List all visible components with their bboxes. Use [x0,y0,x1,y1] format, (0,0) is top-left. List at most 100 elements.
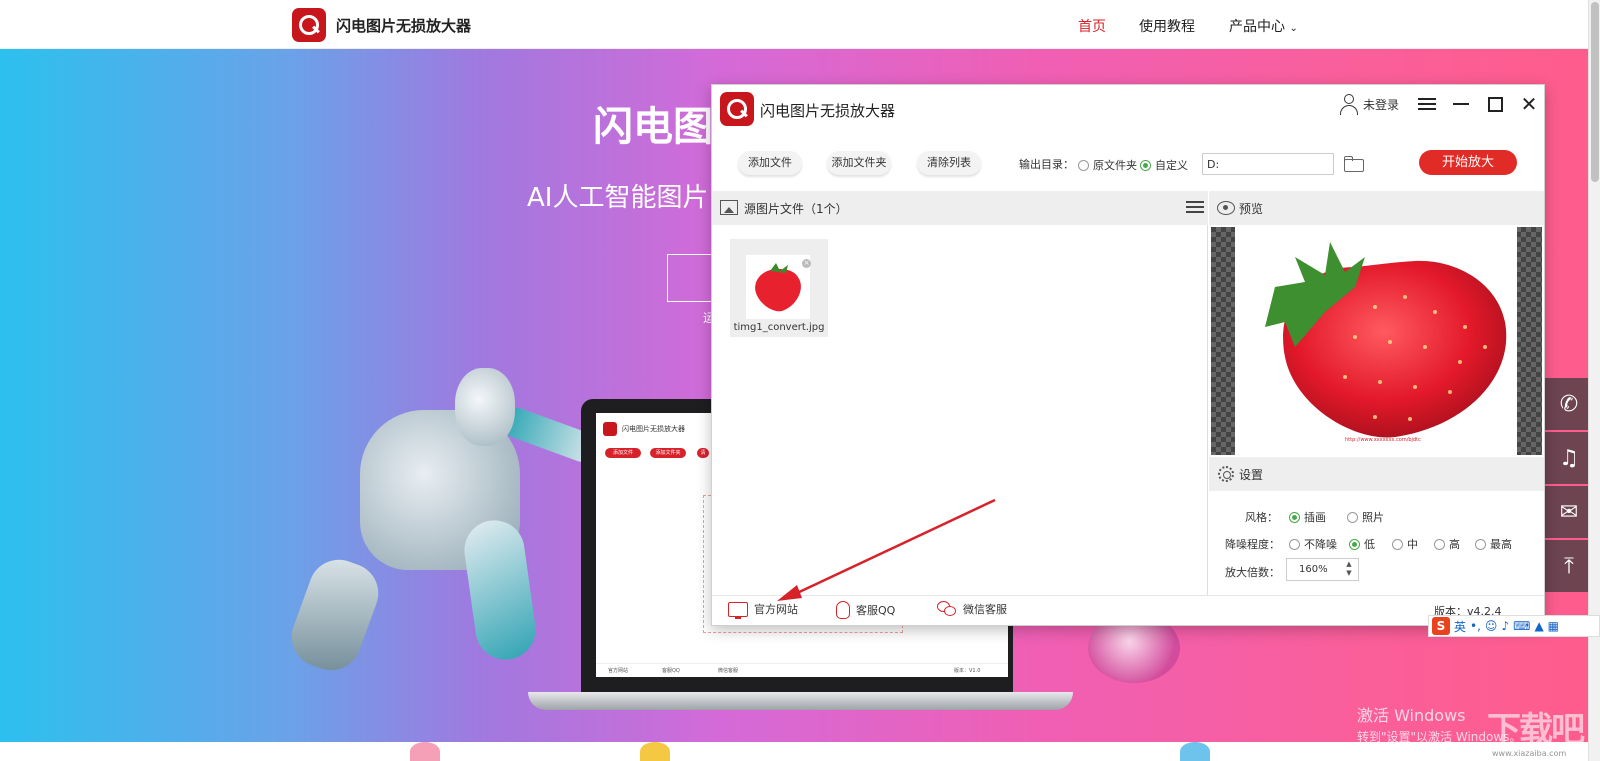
laptop-btn-clear: 清 [697,448,709,458]
style-photo-radio[interactable]: 照片 [1347,509,1384,525]
noise-highest-radio[interactable]: 最高 [1475,536,1512,552]
mail-icon[interactable]: ✉ [1544,486,1594,538]
noise-medium-radio[interactable]: 中 [1392,536,1418,552]
radio-unchecked-icon [1392,538,1403,550]
preview-header: 预览 [1209,191,1544,225]
user-icon [1338,93,1360,115]
qq-icon [836,601,850,619]
style-illustration-radio[interactable]: 插画 [1289,509,1326,525]
site-name[interactable]: 闪电图片无损放大器 [336,15,471,36]
wechat-icon [937,601,957,617]
radio-checked-icon [1140,159,1151,171]
floating-contact-bar: ✆ ♫ ✉ ⤒ [1544,378,1594,598]
nav-tutorial[interactable]: 使用教程 [1139,16,1195,36]
eye-icon [1217,201,1235,215]
hero-subtitle: AI人工智能图片 [527,183,709,213]
ime-toolbox-icon[interactable]: ▦ [1548,619,1559,633]
noise-medium-label: 中 [1407,538,1418,551]
ime-voice-icon[interactable]: ♪ [1501,619,1509,633]
list-view-icon[interactable] [1186,199,1204,215]
radio-unchecked-icon [1347,511,1358,523]
toolbar: 添加文件 添加文件夹 清除列表 输出目录： 原文件夹 自定义 开始放大 [712,133,1544,191]
stepper-down-icon[interactable]: ▼ [1343,569,1355,578]
ime-mode-toggle[interactable]: 英 [1454,618,1466,635]
ime-skin-icon[interactable]: ▲ [1534,619,1543,633]
site-logo-icon[interactable] [292,8,326,42]
noise-high-radio[interactable]: 高 [1434,536,1460,552]
start-enlarge-button[interactable]: 开始放大 [1419,150,1517,175]
official-website-link[interactable]: 官方网站 [728,601,798,619]
scrollbar-thumb[interactable] [1591,2,1599,182]
laptop-footer-version: 版本：V1.0 [954,668,981,674]
preview-area: http://www.xxxxxxx.com/bjdtc [1211,227,1542,455]
hero-title: 闪电图 [593,104,713,150]
login-button[interactable]: 未登录 [1338,93,1399,115]
minimize-button[interactable] [1448,93,1474,115]
menu-icon[interactable] [1414,93,1440,115]
radio-checked-icon [1349,538,1360,550]
nav-products-label: 产品中心 [1229,19,1285,35]
style-illustration-label: 插画 [1304,511,1326,524]
close-button[interactable]: ✕ [1516,92,1542,116]
ime-keyboard-icon[interactable]: ⌨ [1513,619,1530,633]
radio-unchecked-icon [1289,538,1300,550]
ime-punctuation-icon[interactable]: •, [1470,619,1481,633]
wechat-support-link[interactable]: 微信客服 [937,601,1007,617]
noise-none-label: 不降噪 [1304,538,1337,551]
noise-low-radio[interactable]: 低 [1349,536,1375,552]
laptop-footer-wechat: 微信客服 [718,668,739,674]
noise-high-label: 高 [1449,538,1460,551]
ime-toolbar[interactable]: S 英 •, ☺ ♪ ⌨ ▲ ▦ [1428,615,1600,637]
back-to-top-icon[interactable]: ⤒ [1544,540,1594,592]
preview-caption: http://www.xxxxxxx.com/bjdtc [1345,437,1421,443]
app-title: 闪电图片无损放大器 [760,102,896,120]
bottom-decoration [640,742,670,761]
add-folder-button[interactable]: 添加文件夹 [827,151,891,175]
laptop-footer: 官方网站 客服QQ 微信客服 版本：V1.0 [596,663,1008,677]
output-custom-label: 自定义 [1155,159,1188,172]
source-files-panel: 源图片文件（1个） × timg1_convert.jpg [712,191,1208,595]
customer-service-icon[interactable]: ♫ [1544,432,1594,484]
noise-highest-label: 最高 [1490,538,1512,551]
noise-none-radio[interactable]: 不降噪 [1289,536,1337,552]
radio-unchecked-icon [1434,538,1445,550]
clear-list-button[interactable]: 清除列表 [917,151,981,175]
stepper-up-icon[interactable]: ▲ [1343,560,1355,569]
nav-home[interactable]: 首页 [1078,16,1106,36]
app-titlebar[interactable]: 闪电图片无损放大器 未登录 ✕ [712,85,1544,133]
output-path-input[interactable] [1202,153,1334,175]
laptop-app-logo-icon [603,422,617,436]
image-icon [720,200,738,215]
robot-illustration-head [455,368,515,446]
ime-emoji-icon[interactable]: ☺ [1485,619,1498,633]
phone-icon[interactable]: ✆ [1544,378,1594,430]
preview-image: http://www.xxxxxxx.com/bjdtc [1235,227,1517,455]
page-scrollbar[interactable] [1588,0,1600,761]
laptop-base [528,692,1073,710]
laptop-footer-qq: 客服QQ [662,668,680,674]
wechat-support-label: 微信客服 [963,603,1007,616]
output-dir-label: 输出目录： [1019,158,1074,171]
noise-low-label: 低 [1364,538,1375,551]
preview-title: 预览 [1239,202,1264,216]
qq-support-link[interactable]: 客服QQ [836,601,895,619]
right-panel: 预览 http://www.xxxxxxx.com/bjdtc 设置 风格： 插… [1209,191,1544,595]
monitor-icon [728,601,748,619]
output-source-folder-radio[interactable]: 原文件夹 [1078,157,1137,173]
chevron-down-icon: ⌄ [1289,23,1298,34]
output-custom-radio[interactable]: 自定义 [1140,157,1188,173]
laptop-app-title: 闪电图片无损放大器 [622,425,685,433]
site-header: 闪电图片无损放大器 首页 使用教程 产品中心 ⌄ [0,0,1600,49]
file-thumbnail[interactable]: × timg1_convert.jpg [730,239,828,337]
add-file-button[interactable]: 添加文件 [738,151,802,175]
maximize-button[interactable] [1482,93,1508,115]
ime-logo-icon[interactable]: S [1432,617,1450,635]
scale-stepper[interactable]: ▲ ▼ [1343,560,1355,579]
source-files-title: 源图片文件（1个） [744,202,848,216]
noise-label: 降噪程度： [1225,538,1280,551]
bottom-decoration [1180,742,1210,761]
nav-products[interactable]: 产品中心 ⌄ [1229,16,1298,36]
radio-unchecked-icon [1475,538,1486,550]
folder-open-icon[interactable] [1344,155,1366,173]
remove-file-icon[interactable]: × [802,259,811,268]
